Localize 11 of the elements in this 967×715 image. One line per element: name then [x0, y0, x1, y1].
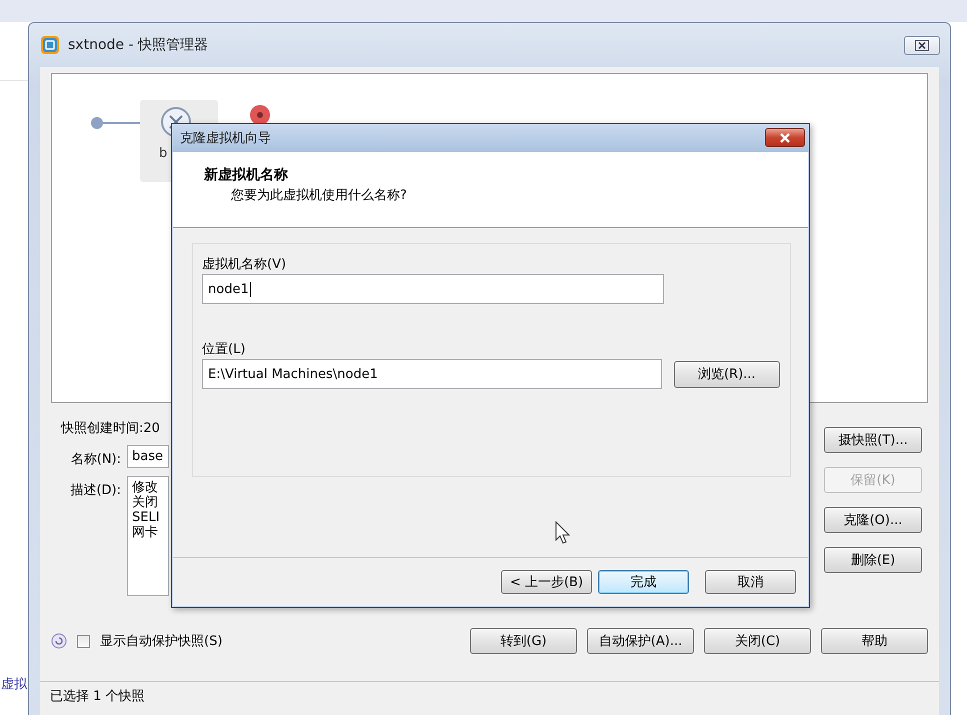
name-label: 名称(N):: [70, 451, 121, 468]
field-label: 位置(L): [202, 341, 246, 357]
wizard-heading: 新虚拟机名称: [204, 166, 289, 184]
sidebar-text: 虚拟: [1, 676, 27, 693]
wizard-subheading: 您要为此虚拟机使用什么名称?: [230, 187, 408, 204]
field-label: 虚拟机名称(V): [202, 256, 288, 272]
window-title: sxtnode - 快照管理器: [68, 36, 208, 54]
description-label: 描述(D):: [69, 482, 121, 499]
created-time-label: 快照创建时间:20: [61, 420, 161, 437]
dialog-title: 克隆虚拟机向导: [180, 130, 271, 147]
status-bar: 已选择 1 个快照: [40, 681, 939, 711]
